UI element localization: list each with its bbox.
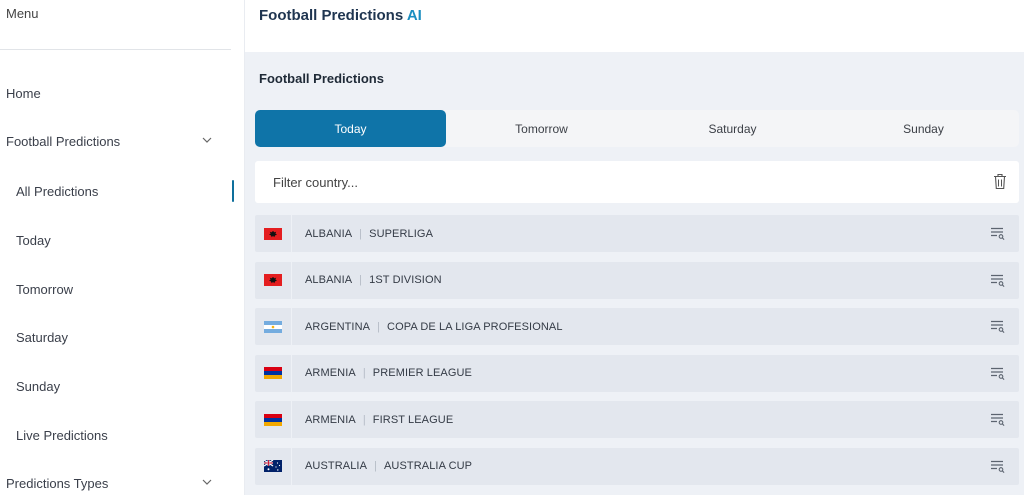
sidebar-item-tomorrow[interactable]: Tomorrow [0,274,232,304]
sidebar-item-sunday[interactable]: Sunday [0,371,232,401]
separator: | [362,367,366,380]
flag-cell [255,215,292,252]
league-row[interactable]: ALBANIA | SUPERLIGA [255,215,1019,252]
armenia-flag-icon [264,413,282,426]
albania-flag-icon [264,274,282,287]
menu-divider [0,49,231,50]
league-row[interactable]: ARMENIA | FIRST LEAGUE [255,401,1019,439]
sidebar-item-label: Live Predictions [16,427,108,443]
sidebar-item-label: All Predictions [16,183,99,199]
league-name: FIRST LEAGUE [372,413,454,426]
league-name: AUSTRALIA CUP [384,460,473,473]
country-name: ARMENIA [305,367,356,380]
list-search-icon[interactable] [991,274,1005,287]
brand-accent: AI [406,7,422,24]
country-name: ARMENIA [305,413,356,426]
list-search-icon[interactable] [991,460,1005,473]
league-name: SUPERLIGA [369,227,434,240]
tab-sunday[interactable]: Sunday [828,110,1019,147]
sidebar-item-label: Tomorrow [16,281,74,297]
sidebar-item-label: Sunday [16,378,61,394]
league-row[interactable]: ALBANIA | 1ST DIVISION [255,261,1019,299]
brand-name: Football Predictions [259,7,404,24]
separator: | [359,227,363,240]
tab-label: Saturday [708,121,757,136]
sidebar-item-label: Predictions Types [6,475,109,491]
albania-flag-icon [264,227,282,240]
tab-saturday[interactable]: Saturday [637,110,828,147]
tab-label: Tomorrow [515,121,568,136]
sidebar-item-label: Today [16,232,51,248]
argentina-flag-icon [264,320,282,333]
tab-tomorrow[interactable]: Tomorrow [446,110,637,147]
league-name: 1ST DIVISION [369,274,442,287]
sidebar-item-today[interactable]: Today [0,225,232,255]
day-tabs: Today Tomorrow Saturday Sunday [255,110,1019,147]
sidebar-item-saturday[interactable]: Saturday [0,322,232,352]
sidebar-item-predictions-types[interactable]: Predictions Types [0,468,232,495]
sidebar: Menu Home Football Predictions All Predi… [0,0,245,495]
sidebar-item-football-predictions[interactable]: Football Predictions [0,126,232,156]
separator: | [359,274,363,287]
separator: | [377,320,381,333]
separator: | [374,460,377,473]
country-name: ARGENTINA [305,320,371,333]
flag-cell [255,308,292,346]
filter-country-input[interactable] [255,162,955,202]
sidebar-item-label: Home [6,85,41,101]
menu-title: Menu [6,6,39,21]
page-title: Football Predictions [259,71,384,86]
league-name: COPA DE LA LIGA PROFESIONAL [387,320,563,333]
separator: | [362,413,366,426]
main-content: Football Predictions Today Tomorrow Satu… [245,52,1024,495]
active-indicator [232,180,234,202]
list-search-icon[interactable] [991,367,1005,380]
tab-label: Sunday [903,121,944,136]
flag-cell [255,354,292,392]
league-row[interactable]: ARMENIA | PREMIER LEAGUE [255,354,1019,392]
sidebar-item-label: Football Predictions [6,133,121,149]
armenia-flag-icon [264,367,282,380]
sidebar-item-home[interactable]: Home [0,78,232,108]
flag-cell [255,261,292,299]
sidebar-item-live-predictions[interactable]: Live Predictions [0,420,232,450]
sidebar-item-label: Saturday [16,329,69,345]
chevron-down-icon [202,137,212,143]
tab-label: Today [334,121,367,136]
country-name: ALBANIA [305,227,353,240]
tab-today[interactable]: Today [255,110,446,147]
list-search-icon[interactable] [991,227,1005,240]
league-name: PREMIER LEAGUE [372,367,472,380]
country-filter [255,161,1019,203]
trash-icon[interactable] [993,173,1007,190]
top-bar: Football Predictions AI [245,0,1024,52]
country-name: AUSTRALIA [305,460,368,473]
australia-flag-icon [264,460,282,473]
league-row[interactable]: ARGENTINA | COPA DE LA LIGA PROFESIONAL [255,308,1019,346]
league-list: ALBANIA | SUPERLIGA ALBANIA | 1ST DIVISI… [255,215,1019,495]
country-name: ALBANIA [305,274,353,287]
list-search-icon[interactable] [991,413,1005,427]
league-row[interactable]: AUSTRALIA | AUSTRALIA CUP [255,447,1019,485]
flag-cell [255,401,292,439]
chevron-down-icon [202,479,212,485]
sidebar-item-all-predictions[interactable]: All Predictions [0,176,232,206]
brand-logo[interactable]: Football Predictions AI [259,7,422,24]
flag-cell [255,447,292,485]
list-search-icon[interactable] [991,320,1005,334]
